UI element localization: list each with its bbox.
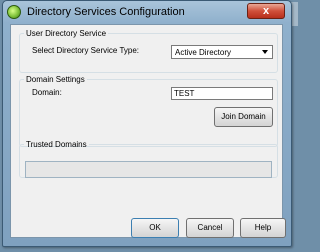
help-button[interactable]: Help <box>240 218 286 238</box>
select-value: Active Directory <box>175 48 232 57</box>
service-type-label: Select Directory Service Type: <box>32 46 140 55</box>
title-bar[interactable]: Directory Services Configuration x <box>3 1 291 23</box>
domain-label: Domain: <box>32 88 62 97</box>
dialog-title: Directory Services Configuration <box>27 6 185 18</box>
service-type-select[interactable]: Active Directory <box>171 45 273 59</box>
dialog-client-area: User Directory Service Select Directory … <box>10 24 286 238</box>
close-icon: x <box>262 5 270 17</box>
close-button[interactable]: x <box>247 3 285 19</box>
trusted-domains-list[interactable] <box>25 161 272 178</box>
group-legend: Domain Settings <box>26 75 85 84</box>
dialog-window: Directory Services Configuration x User … <box>2 0 292 247</box>
trusted-domains-group: Trusted Domains <box>19 140 278 178</box>
group-legend: User Directory Service <box>26 29 107 38</box>
join-domain-button[interactable]: Join Domain <box>214 107 273 127</box>
app-icon <box>7 5 21 19</box>
chevron-down-icon[interactable] <box>259 46 272 58</box>
group-legend: Trusted Domains <box>26 140 87 149</box>
ok-button[interactable]: OK <box>131 218 179 238</box>
domain-input[interactable]: TEST <box>171 87 273 100</box>
cancel-button[interactable]: Cancel <box>186 218 234 238</box>
